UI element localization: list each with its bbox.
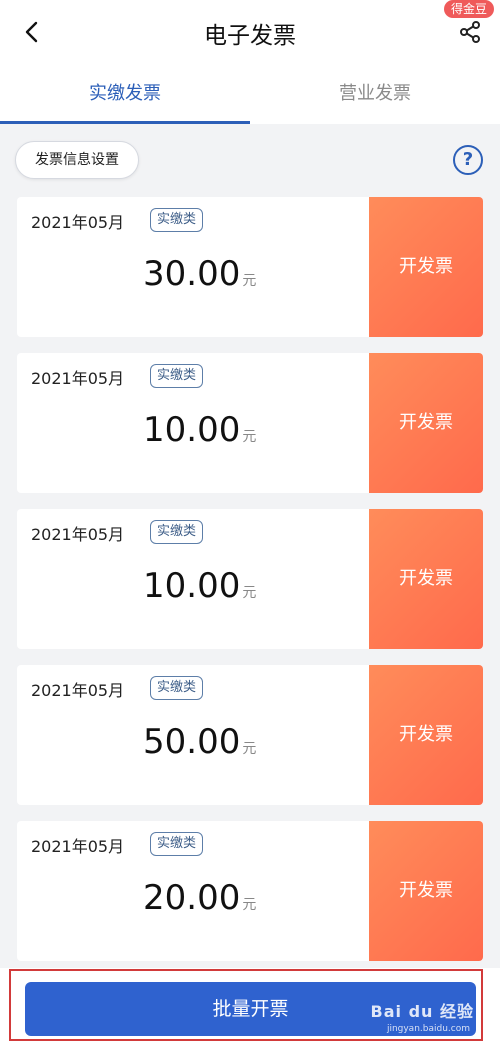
help-icon[interactable]: ? xyxy=(453,145,483,175)
tab-business-invoice[interactable]: 营业发票 xyxy=(250,66,500,124)
amount-value: 30.00 xyxy=(143,254,241,294)
invoice-amount: 30.00 元 xyxy=(143,254,256,294)
invoice-card: 2021年05月 实缴类 30.00 元 开发票 xyxy=(17,197,483,337)
invoice-date: 2021年05月 xyxy=(31,525,125,544)
baidu-watermark: Bai du 经验 xyxy=(370,1002,474,1021)
amount-unit: 元 xyxy=(242,897,257,913)
coin-badge[interactable]: 得金豆 xyxy=(443,0,494,18)
amount-value: 50.00 xyxy=(143,722,241,762)
invoice-card: 2021年05月 实缴类 20.00 元 开发票 xyxy=(17,821,483,961)
issue-invoice-button[interactable]: 开发票 xyxy=(369,353,483,493)
amount-value: 20.00 xyxy=(143,878,241,918)
invoice-date: 2021年05月 xyxy=(31,369,125,388)
invoice-date: 2021年05月 xyxy=(31,213,125,232)
invoice-date: 2021年05月 xyxy=(31,681,125,700)
issue-invoice-button[interactable]: 开发票 xyxy=(369,509,483,649)
invoice-type-tag: 实缴类 xyxy=(150,832,204,856)
baidu-watermark-url: jingyan.baidu.com xyxy=(386,1024,470,1034)
invoice-type-tag: 实缴类 xyxy=(150,364,204,388)
issue-invoice-button[interactable]: 开发票 xyxy=(369,821,483,961)
share-icon xyxy=(460,21,480,43)
amount-unit: 元 xyxy=(242,741,257,757)
top-bar: 电子发票 得金豆 xyxy=(0,0,500,66)
invoice-card: 2021年05月 实缴类 50.00 元 开发票 xyxy=(17,665,483,805)
page-title: 电子发票 xyxy=(204,23,296,49)
invoice-amount: 50.00 元 xyxy=(143,722,256,762)
invoice-card: 2021年05月 实缴类 10.00 元 开发票 xyxy=(17,509,483,649)
amount-unit: 元 xyxy=(242,273,257,289)
issue-invoice-button[interactable]: 开发票 xyxy=(369,665,483,805)
amount-unit: 元 xyxy=(242,429,257,445)
invoice-tabs: 实缴发票 营业发票 xyxy=(0,66,500,124)
amount-unit: 元 xyxy=(242,585,257,601)
invoice-settings-button[interactable]: 发票信息设置 xyxy=(15,141,139,179)
invoice-amount: 20.00 元 xyxy=(143,878,256,918)
invoice-amount: 10.00 元 xyxy=(143,410,256,450)
invoice-type-tag: 实缴类 xyxy=(150,208,204,232)
tab-paid-invoice[interactable]: 实缴发票 xyxy=(0,66,250,124)
invoice-amount: 10.00 元 xyxy=(143,566,256,606)
issue-invoice-button[interactable]: 开发票 xyxy=(369,197,483,337)
invoice-type-tag: 实缴类 xyxy=(150,676,204,700)
amount-value: 10.00 xyxy=(143,410,241,450)
invoice-type-tag: 实缴类 xyxy=(150,520,204,544)
share-button[interactable] xyxy=(456,18,484,46)
amount-value: 10.00 xyxy=(143,566,241,606)
invoice-date: 2021年05月 xyxy=(31,837,125,856)
invoice-card: 2021年05月 实缴类 10.00 元 开发票 xyxy=(17,353,483,493)
